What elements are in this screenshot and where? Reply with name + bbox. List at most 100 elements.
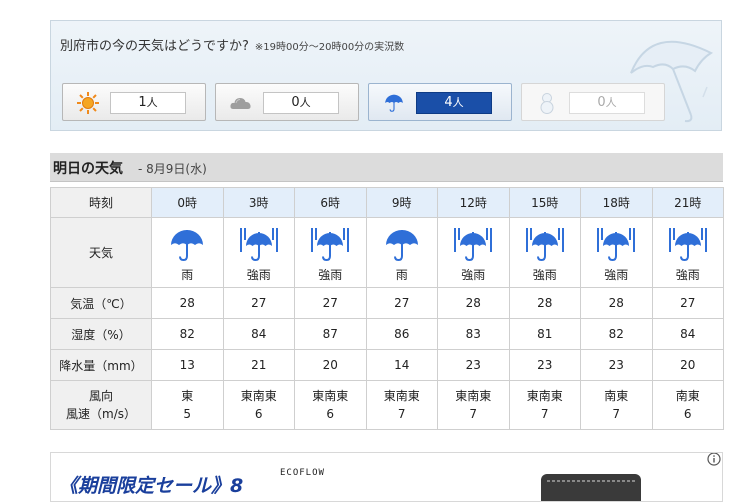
vote-sunny-button[interactable]: 1人 (62, 83, 206, 121)
heavy-rain-umbrella-icon (453, 228, 493, 262)
precipitation-cell: 20 (294, 349, 367, 381)
vote-cloudy-count: 0人 (263, 92, 339, 114)
heavy-rain-umbrella-icon (668, 228, 708, 262)
wind-speed: 6 (254, 407, 263, 421)
cloud-icon (230, 98, 251, 109)
vote-snowy-button[interactable]: 0人 (521, 83, 665, 121)
vote-cloudy-button[interactable]: 0人 (215, 83, 359, 121)
temperature-cell: 28 (151, 287, 224, 319)
precipitation-row: 降水量（mm） 13 21 20 14 23 23 23 20 (50, 349, 724, 381)
weather-cell: 強雨 (580, 217, 653, 288)
temperature-row: 気温（℃） 28 27 27 27 28 28 28 27 (50, 287, 724, 319)
weather-text: 強雨 (532, 268, 557, 282)
precipitation-cell: 23 (508, 349, 581, 381)
weather-cell: 強雨 (508, 217, 581, 288)
weather-text: 強雨 (246, 268, 271, 282)
rain-umbrella-icon (382, 228, 422, 262)
humidity-cell: 86 (365, 318, 438, 350)
precipitation-cell: 23 (580, 349, 653, 381)
precipitation-cell: 13 (151, 349, 224, 381)
heavy-rain-umbrella-icon (310, 228, 350, 262)
wind-direction: 南東 (675, 389, 700, 403)
humidity-row: 湿度（%） 82 84 87 86 83 81 82 84 (50, 318, 724, 350)
weather-cell: 強雨 (651, 217, 724, 288)
hour-row: 時刻 0時 3時 6時 9時 12時 15時 18時 21時 (50, 187, 724, 218)
hour-cell: 21時 (651, 187, 724, 218)
weather-cell: 強雨 (437, 217, 510, 288)
current-weather-question: 別府市の今の天気はどうですか? ※19時00分～20時00分の実況数 (60, 35, 404, 54)
heavy-rain-umbrella-icon (525, 228, 565, 262)
weather-label: 天気 (50, 217, 152, 288)
wind-direction: 南東 (604, 389, 629, 403)
ad-headline-link[interactable]: 《期間限定セール》8 (59, 471, 243, 498)
humidity-cell: 84 (651, 318, 724, 350)
temperature-label: 気温（℃） (50, 287, 152, 319)
precipitation-cell: 20 (651, 349, 724, 381)
wind-cell: 東南東 6 (294, 380, 367, 430)
ad-product-image (541, 474, 641, 501)
wind-speed: 6 (326, 407, 335, 421)
weather-text: 強雨 (461, 268, 486, 282)
weather-cell: 雨 (365, 217, 438, 288)
hour-cell: 12時 (437, 187, 510, 218)
precipitation-cell: 23 (437, 349, 510, 381)
wind-label: 風向 風速（m/s） (50, 380, 152, 430)
weather-cell: 雨 (151, 217, 224, 288)
wind-cell: 南東 6 (651, 380, 724, 430)
vote-snowy-count: 0人 (569, 92, 645, 114)
section-title: 明日の天気 (53, 161, 123, 177)
snowman-icon (540, 93, 554, 114)
precipitation-cell: 14 (365, 349, 438, 381)
wind-cell: 東南東 6 (222, 380, 295, 430)
hour-cell: 0時 (151, 187, 224, 218)
temperature-cell: 27 (365, 287, 438, 319)
weather-cell: 強雨 (222, 217, 295, 288)
heavy-rain-umbrella-icon (239, 228, 279, 262)
tomorrow-weather-header: 明日の天気 - 8月9日(水) (50, 153, 723, 182)
wind-speed-label: 風速（m/s） (66, 407, 136, 421)
wind-speed: 6 (683, 407, 692, 421)
wind-direction: 東南東 (240, 389, 277, 403)
precipitation-cell: 21 (222, 349, 295, 381)
wind-speed: 5 (183, 407, 192, 421)
hour-cell: 3時 (222, 187, 295, 218)
wind-direction: 東 (181, 389, 194, 403)
umbrella-icon (383, 92, 405, 114)
vote-rainy-button[interactable]: 4人 (368, 83, 512, 121)
wind-cell: 東5 (151, 380, 224, 430)
humidity-cell: 83 (437, 318, 510, 350)
weather-text: 強雨 (675, 268, 700, 282)
temperature-cell: 27 (651, 287, 724, 319)
humidity-cell: 81 (508, 318, 581, 350)
weather-row: 天気 雨 強雨 強雨 雨 強雨 強雨 強雨 強雨 (50, 217, 724, 288)
hour-cell: 9時 (365, 187, 438, 218)
weather-cell: 強雨 (294, 217, 367, 288)
ad-info-icon[interactable] (707, 452, 721, 466)
temperature-cell: 27 (294, 287, 367, 319)
precipitation-label: 降水量（mm） (50, 349, 152, 381)
ad-brand-logo: ECOFLOW (280, 468, 325, 478)
hourly-forecast-table: 時刻 0時 3時 6時 9時 12時 15時 18時 21時 天気 雨 強雨 強… (50, 187, 724, 430)
wind-cell: 東南東 7 (437, 380, 510, 430)
temperature-cell: 28 (437, 287, 510, 319)
humidity-cell: 84 (222, 318, 295, 350)
temperature-cell: 27 (222, 287, 295, 319)
wind-speed: 7 (469, 407, 478, 421)
humidity-cell: 82 (151, 318, 224, 350)
current-weather-panel: 別府市の今の天気はどうですか? ※19時00分～20時00分の実況数 1人 0人 … (50, 20, 722, 131)
humidity-cell: 82 (580, 318, 653, 350)
wind-speed: 7 (540, 407, 549, 421)
sun-icon (77, 92, 99, 114)
temperature-cell: 28 (580, 287, 653, 319)
wind-direction: 東南東 (383, 389, 420, 403)
rain-umbrella-icon (167, 228, 207, 262)
question-text: 別府市の今の天気はどうですか? (60, 39, 249, 54)
wind-direction: 東南東 (526, 389, 563, 403)
weather-text: 強雨 (318, 268, 343, 282)
wind-cell: 南東 7 (580, 380, 653, 430)
wind-cell: 東南東 7 (365, 380, 438, 430)
weather-text: 雨 (395, 268, 408, 282)
vote-rainy-count: 4人 (416, 92, 492, 114)
heavy-rain-umbrella-icon (596, 228, 636, 262)
advertisement-banner[interactable]: 《期間限定セール》8 ECOFLOW (50, 452, 723, 502)
